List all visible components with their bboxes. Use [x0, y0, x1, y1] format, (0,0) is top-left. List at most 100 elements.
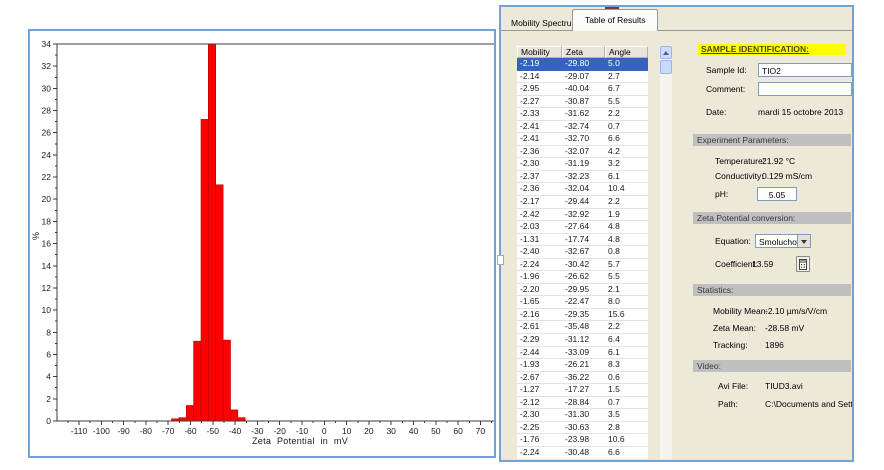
selection-handle[interactable]	[497, 255, 504, 265]
table-row[interactable]: -1.96-26.625.5	[517, 271, 648, 284]
coefficient-label: Coefficient:	[715, 259, 752, 269]
table-row[interactable]: -2.27-30.875.5	[517, 96, 648, 109]
table-row[interactable]: -2.37-32.236.1	[517, 171, 648, 184]
mobility-cell: -2.41	[517, 133, 562, 145]
table-row[interactable]: -1.93-26.218.3	[517, 359, 648, 372]
table-row[interactable]: -2.95-40.046.7	[517, 83, 648, 96]
zeta-cell: -29.07	[562, 71, 605, 83]
mobility-mean-row: Mobility Mean:-2.10 µm/s/V/cm	[693, 305, 852, 317]
table-row[interactable]: -2.30-31.193.2	[517, 158, 648, 171]
equation-select[interactable]: Smoluchowski	[755, 234, 811, 248]
angle-cell: 1.5	[605, 384, 648, 396]
comment-field[interactable]	[758, 82, 852, 96]
column-header-zeta[interactable]: Zeta	[562, 46, 605, 58]
histogram-bar	[230, 410, 237, 421]
table-row[interactable]: -1.31-17.744.8	[517, 234, 648, 247]
y-tick-label: 12	[42, 283, 52, 293]
angle-cell: 1.9	[605, 209, 648, 221]
table-row[interactable]: -2.42-32.921.9	[517, 209, 648, 222]
table-scrollbar[interactable]	[660, 46, 672, 459]
chevron-down-icon	[801, 240, 807, 244]
table-row[interactable]: -2.30-31.303.5	[517, 409, 648, 422]
tab-mobility-spectrum[interactable]: Mobility Spectrum	[511, 18, 579, 28]
zeta-cell: -29.80	[562, 58, 605, 70]
angle-cell: 6.1	[605, 171, 648, 183]
table-row[interactable]: -2.16-29.3515.6	[517, 309, 648, 322]
conductivity-row: Conductivity:0.129 mS/cm	[693, 170, 852, 182]
table-row[interactable]: -2.24-30.425.7	[517, 259, 648, 272]
table-row[interactable]: -2.61-35.482.2	[517, 321, 648, 334]
statistics-section-heading: Statistics:	[693, 284, 851, 296]
x-tick-label: -100	[93, 426, 110, 436]
zeta-histogram-figure: 0246810121416182022242628303234-110-100-…	[28, 29, 496, 458]
y-tick-label: 14	[42, 261, 52, 271]
mobility-cell: -1.96	[517, 271, 562, 283]
table-row[interactable]: -2.17-29.442.2	[517, 196, 648, 209]
table-row[interactable]: -2.33-31.622.2	[517, 108, 648, 121]
angle-cell: 0.8	[605, 246, 648, 258]
table-row[interactable]: -2.20-29.952.1	[517, 284, 648, 297]
histogram-bar	[186, 406, 193, 422]
sample-id-field[interactable]: TIO2	[758, 63, 852, 77]
table-row[interactable]: -2.41-32.740.7	[517, 121, 648, 134]
table-row[interactable]: -2.19-29.805.0	[517, 58, 648, 71]
table-row[interactable]: -2.41-32.706.6	[517, 133, 648, 146]
zeta-histogram: 0246810121416182022242628303234-110-100-…	[30, 31, 494, 456]
mobility-cell: -1.65	[517, 296, 562, 308]
table-row[interactable]: -1.27-17.271.5	[517, 384, 648, 397]
angle-cell: 3.5	[605, 409, 648, 421]
document-canvas: 0246810121416182022242628303234-110-100-…	[0, 0, 884, 470]
mobility-cell: -2.24	[517, 259, 562, 271]
table-row[interactable]: -1.76-23.9810.6	[517, 434, 648, 447]
scroll-up-button[interactable]	[660, 46, 672, 59]
mobility-cell: -2.44	[517, 347, 562, 359]
angle-cell: 3.2	[605, 158, 648, 170]
x-tick-label: 10	[342, 426, 352, 436]
zeta-cell: -30.63	[562, 422, 605, 434]
table-row[interactable]: -2.36-32.074.2	[517, 146, 648, 159]
ph-field[interactable]: 5.05	[757, 187, 797, 201]
angle-cell: 10.6	[605, 434, 648, 446]
table-row[interactable]: -2.24-30.486.6	[517, 447, 648, 459]
scrollbar-thumb[interactable]	[660, 60, 672, 74]
calculator-button[interactable]	[796, 256, 810, 272]
mobility-cell: -2.95	[517, 83, 562, 95]
table-row[interactable]: -2.29-31.126.4	[517, 334, 648, 347]
zeta-mean-value: -28.58 mV	[765, 323, 804, 333]
zeta-cell: -28.84	[562, 397, 605, 409]
table-row[interactable]: -2.40-32.670.8	[517, 246, 648, 259]
results-panel-figure: Mobility Spectrum Table of Results Mobil…	[499, 5, 854, 462]
tab-table-of-results[interactable]: Table of Results	[572, 9, 658, 31]
angle-cell: 5.5	[605, 271, 648, 283]
zeta-cell: -31.19	[562, 158, 605, 170]
statistics-section: Statistics: Mobility Mean:-2.10 µm/s/V/cm…	[693, 284, 852, 351]
column-header-mobility[interactable]: Mobility	[517, 46, 562, 58]
temperature-value: 21.92 °C	[762, 156, 795, 166]
mobility-cell: -2.36	[517, 146, 562, 158]
mobility-cell: -2.33	[517, 108, 562, 120]
y-tick-label: 30	[42, 83, 52, 93]
table-row[interactable]: -2.25-30.632.8	[517, 422, 648, 435]
table-row[interactable]: -2.03-27.644.8	[517, 221, 648, 234]
table-row[interactable]: -2.36-32.0410.4	[517, 183, 648, 196]
table-row[interactable]: -2.44-33.096.1	[517, 347, 648, 360]
zeta-cell: -26.62	[562, 271, 605, 283]
column-header-angle[interactable]: Angle	[605, 46, 648, 58]
dropdown-button[interactable]	[797, 235, 810, 247]
y-tick-label: 24	[42, 150, 52, 160]
mobility-cell: -2.41	[517, 121, 562, 133]
conductivity-value: 0.129 mS/cm	[762, 171, 812, 181]
table-row[interactable]: -2.14-29.072.7	[517, 71, 648, 84]
ph-label: pH:	[715, 189, 757, 199]
table-row[interactable]: -2.67-36.220.6	[517, 372, 648, 385]
angle-cell: 2.7	[605, 71, 648, 83]
mobility-cell: -2.30	[517, 158, 562, 170]
mobility-cell: -2.20	[517, 284, 562, 296]
x-tick-label: -60	[184, 426, 197, 436]
path-value: C:\Documents and Settings	[765, 399, 854, 409]
mobility-cell: -1.31	[517, 234, 562, 246]
zeta-cell: -27.64	[562, 221, 605, 233]
table-row[interactable]: -2.12-28.840.7	[517, 397, 648, 410]
table-row[interactable]: -1.65-22.478.0	[517, 296, 648, 309]
x-tick-label: -50	[207, 426, 220, 436]
